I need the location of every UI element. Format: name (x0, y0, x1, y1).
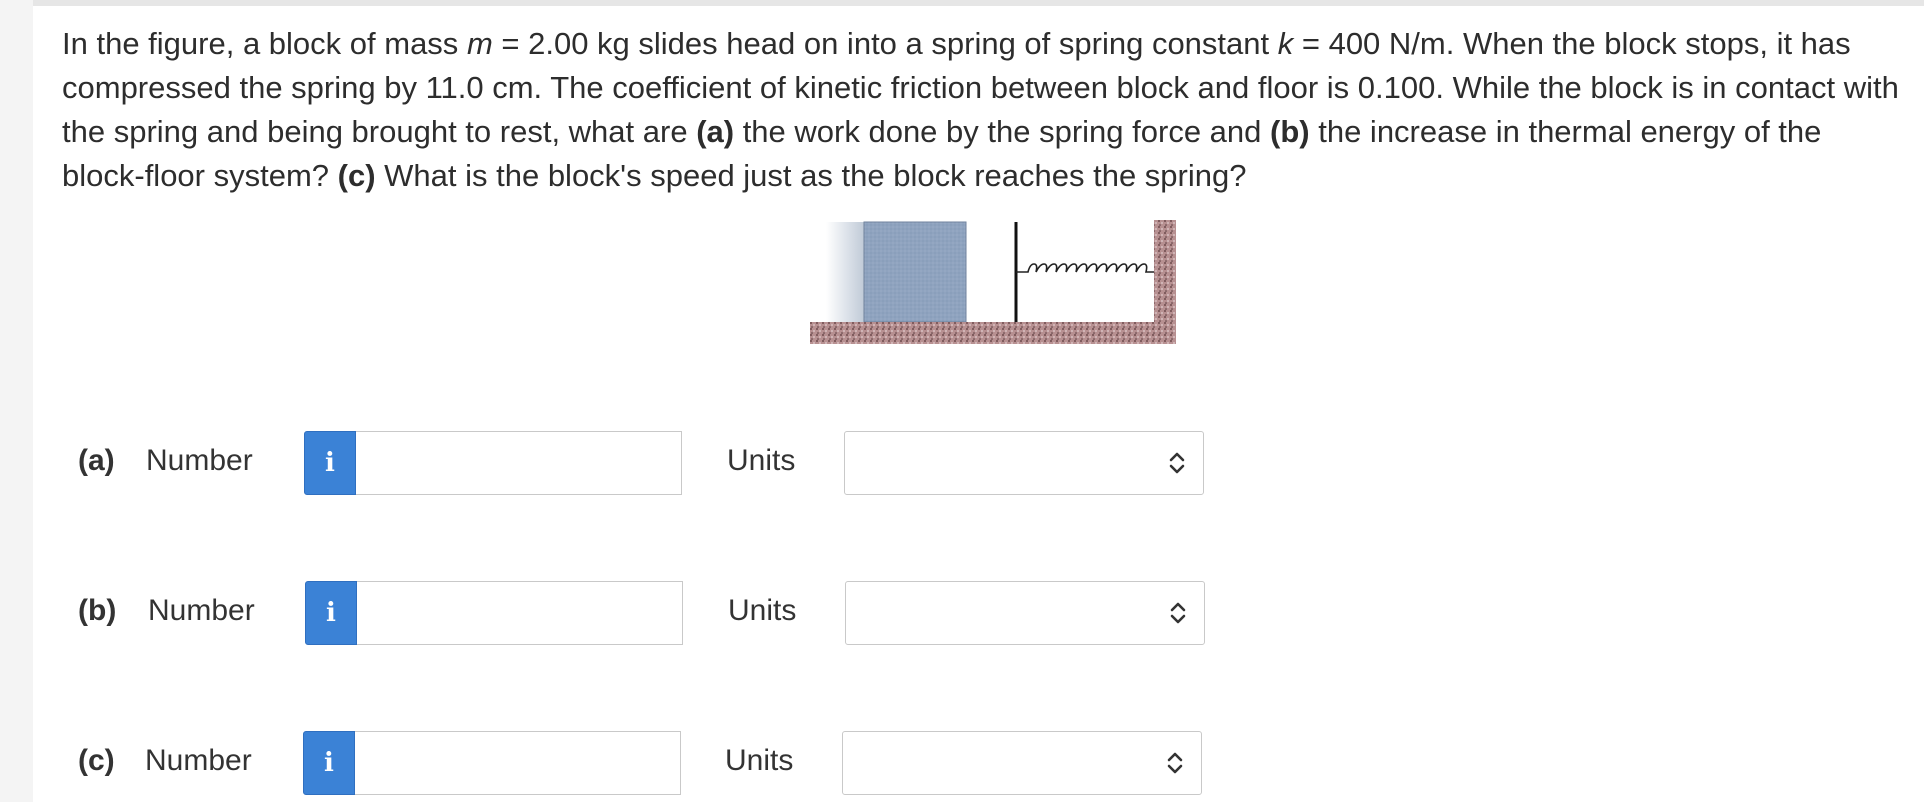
number-input-c[interactable] (355, 731, 681, 795)
variable-k: k (1277, 26, 1294, 61)
info-icon: i (326, 598, 336, 628)
block (863, 221, 967, 323)
select-chevrons-icon (1167, 752, 1183, 774)
variable-m: m (466, 26, 493, 61)
answer-row-c: (c) Number i Units (0, 731, 1924, 797)
answer-row-a: (a) Number i Units (0, 431, 1924, 497)
part-label: (b) (78, 594, 117, 627)
info-button[interactable]: i (305, 581, 357, 645)
number-input-b[interactable] (357, 581, 683, 645)
number-label: Number (146, 444, 253, 477)
part-label: (c) (78, 744, 115, 777)
top-border (0, 0, 1924, 6)
info-icon: i (325, 448, 335, 478)
select-chevrons-icon (1169, 452, 1185, 474)
info-button[interactable]: i (304, 431, 356, 495)
units-label: Units (728, 594, 797, 627)
spring-coil (1016, 263, 1156, 273)
number-input-a[interactable] (356, 431, 682, 495)
info-icon: i (324, 748, 334, 778)
part-b-marker: (b) (1270, 114, 1310, 149)
number-label: Number (145, 744, 252, 777)
answer-row-b: (b) Number i Units (0, 581, 1924, 647)
part-label: (a) (78, 444, 115, 477)
block-spring-figure (810, 220, 1176, 344)
units-select-a[interactable] (844, 431, 1204, 495)
units-select-c[interactable] (842, 731, 1202, 795)
floor (810, 322, 1176, 344)
select-chevrons-icon (1170, 602, 1186, 624)
units-select-b[interactable] (845, 581, 1205, 645)
units-label: Units (725, 744, 794, 777)
units-label: Units (727, 444, 796, 477)
left-gutter (0, 0, 33, 802)
number-label: Number (148, 594, 255, 627)
part-c-marker: (c) (337, 158, 376, 193)
question-text: In the figure, a block of mass m = 2.00 … (62, 26, 1899, 193)
part-a-marker: (a) (696, 114, 735, 149)
info-button[interactable]: i (303, 731, 355, 795)
